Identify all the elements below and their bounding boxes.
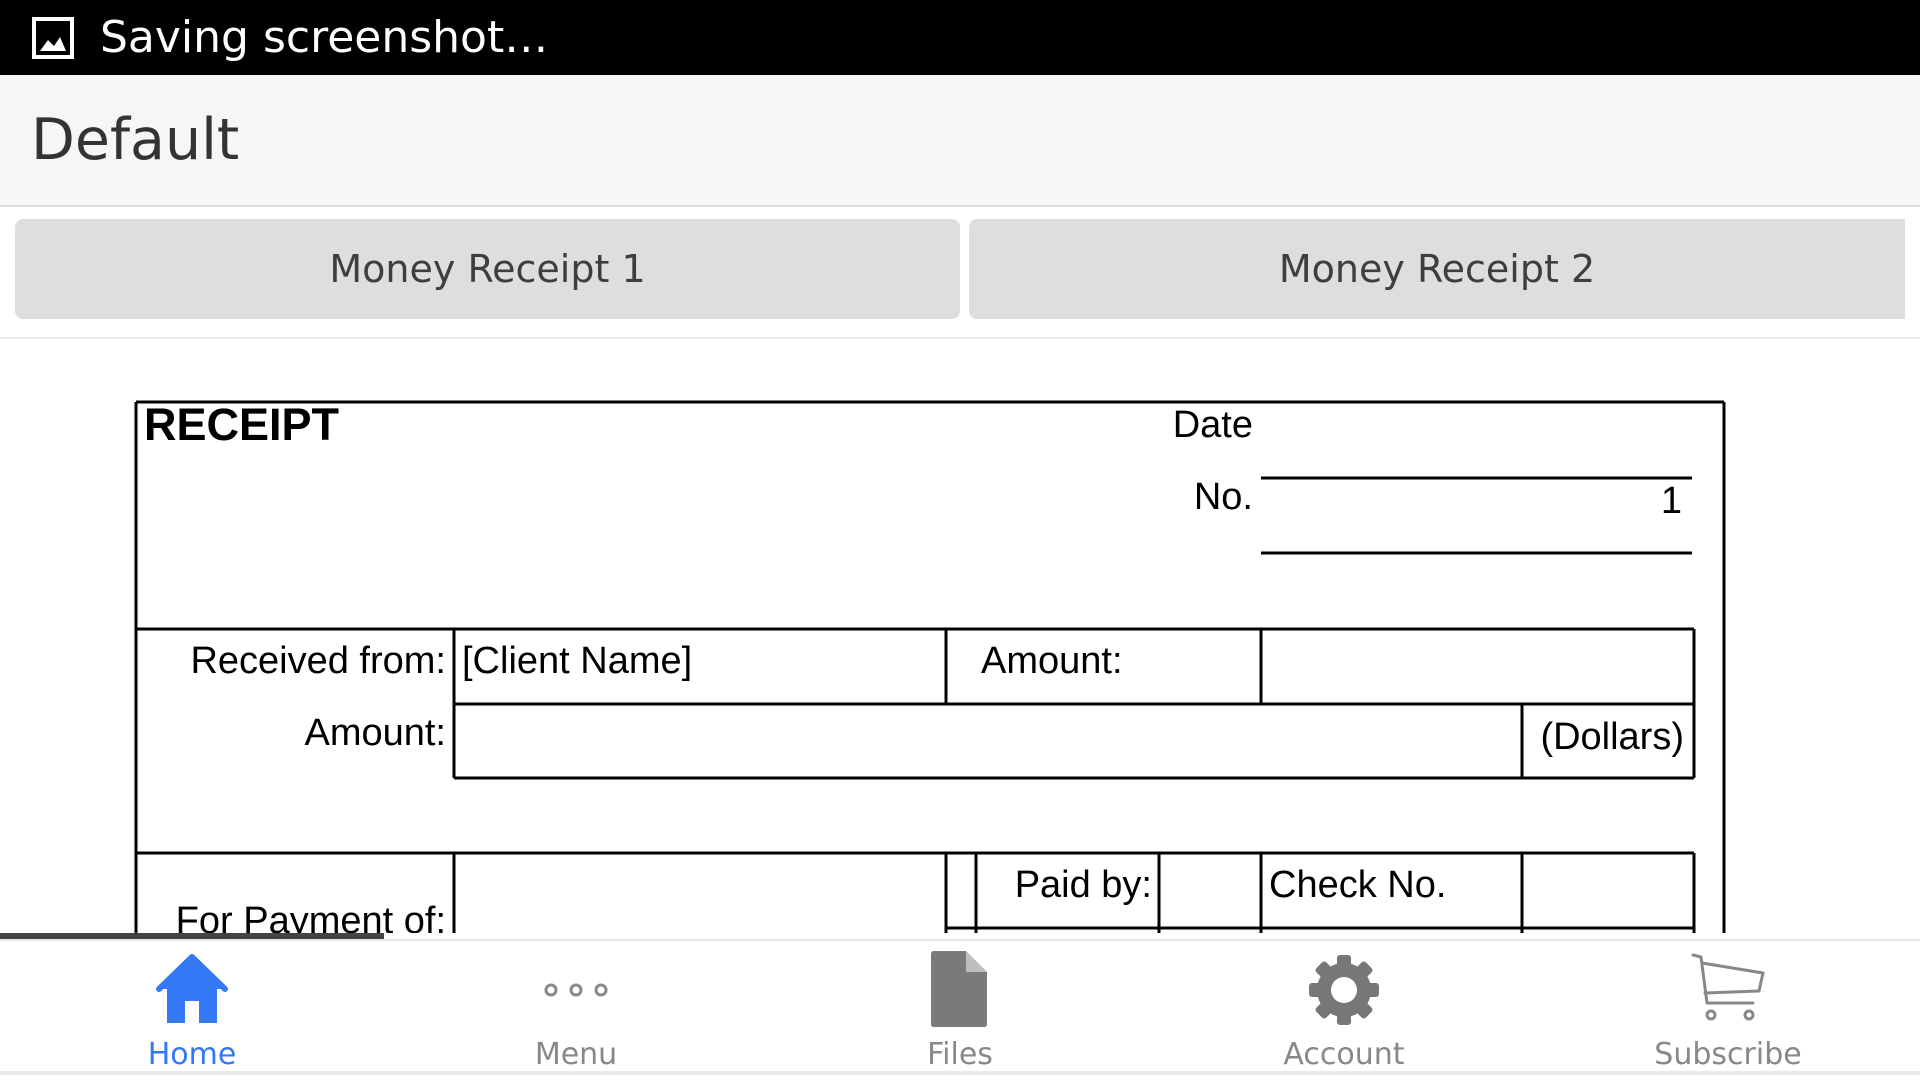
tab-money-receipt-2[interactable]: Money Receipt 2 (969, 219, 1905, 319)
file-icon (931, 951, 987, 1027)
status-text: Saving screenshot… (100, 12, 549, 63)
more-dots-icon (544, 983, 608, 997)
received-from-label: Received from: (190, 640, 446, 682)
nav-files-label: Files (927, 1037, 993, 1072)
nav-account-label: Account (1283, 1037, 1405, 1072)
client-name-field[interactable]: [Client Name] (462, 640, 692, 682)
number-label: No. (1194, 476, 1253, 518)
template-tabs: Money Receipt 1 Money Receipt 2 (0, 207, 1920, 339)
nav-home[interactable]: Home (0, 941, 384, 1073)
nav-account[interactable]: Account (1152, 941, 1536, 1073)
nav-files[interactable]: Files (768, 941, 1152, 1073)
bottom-navigation: Home Menu Files Account Subscribe (0, 939, 1920, 1075)
home-icon (156, 954, 228, 1023)
nav-menu-label: Menu (534, 1037, 618, 1072)
nav-home-label: Home (147, 1037, 237, 1072)
amount-label-left: Amount: (304, 712, 446, 754)
dollars-label: (Dollars) (1540, 716, 1684, 758)
gear-icon (1309, 955, 1379, 1025)
receipt-title: RECEIPT (144, 399, 339, 450)
status-bar: Saving screenshot… (0, 0, 1920, 75)
app-header: Default (0, 75, 1920, 207)
date-label: Date (1173, 404, 1253, 446)
receipt-form: RECEIPT Date No. 1 Received from: [Clien… (134, 399, 1726, 933)
page-title: Default (31, 107, 240, 173)
nav-menu[interactable]: Menu (384, 941, 768, 1073)
receipt-document[interactable]: RECEIPT Date No. 1 Received from: [Clien… (0, 339, 1920, 933)
for-payment-label: For Payment of: (176, 900, 446, 933)
check-no-label: Check No. (1269, 864, 1446, 906)
nav-subscribe-label: Subscribe (1654, 1037, 1802, 1072)
tab-money-receipt-1[interactable]: Money Receipt 1 (15, 219, 960, 319)
paid-by-label: Paid by: (1015, 864, 1152, 906)
image-icon (32, 16, 74, 59)
nav-subscribe[interactable]: Subscribe (1536, 941, 1920, 1073)
amount-label-right: Amount: (981, 640, 1123, 682)
number-value[interactable]: 1 (1661, 480, 1682, 522)
cart-icon (1691, 953, 1765, 1021)
